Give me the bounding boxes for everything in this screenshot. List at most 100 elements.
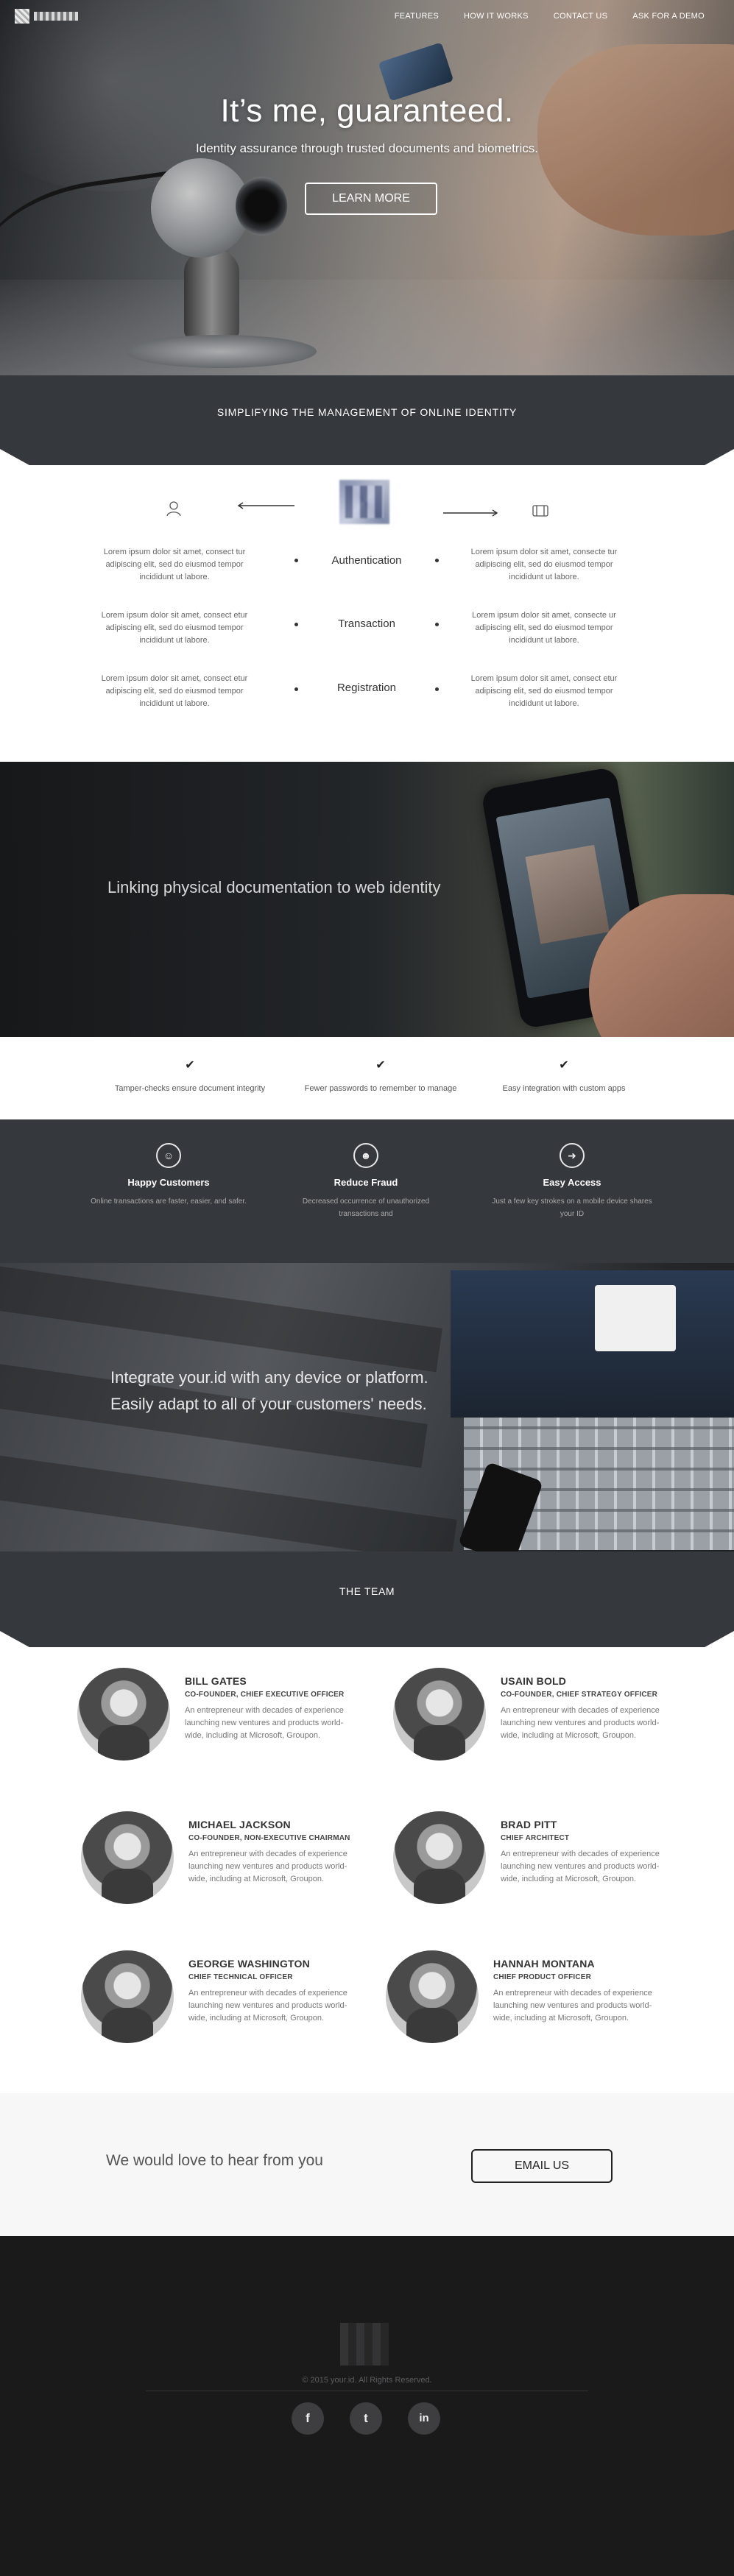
shadow-stripe (0, 1263, 442, 1373)
bullet-dot (435, 623, 439, 626)
team-member: MICHAEL JACKSON CO-FOUNDER, NON-EXECUTIV… (81, 1811, 390, 1911)
member-name: BRAD PITT (501, 1819, 557, 1830)
simplify-heading: SIMPLIFYING THE MANAGEMENT OF ONLINE IDE… (216, 406, 518, 418)
check-text: Fewer passwords to remember to manage (304, 1084, 457, 1093)
member-name: MICHAEL JACKSON (188, 1819, 291, 1830)
feature-label-transaction: Transaction (338, 618, 395, 630)
scanned-document-image (525, 844, 610, 944)
main-nav: FEATURES HOW IT WORKS CONTACT US ASK FOR… (395, 12, 705, 21)
team-heading: THE TEAM (339, 1585, 395, 1597)
pixelated-logo-icon (339, 480, 389, 524)
member-role: CHIEF TECHNICAL OFFICER (188, 1973, 293, 1981)
hero-subtitle: Identity assurance through trusted docum… (196, 141, 538, 155)
section-divider (0, 449, 734, 465)
linkedin-icon[interactable]: in (408, 2402, 440, 2435)
team-member: HANNAH MONTANA CHIEF PRODUCT OFFICER An … (386, 1950, 695, 2050)
arrow-left-icon (237, 502, 294, 509)
smiley-icon: ☺ (156, 1143, 181, 1168)
nav-how-it-works[interactable]: HOW IT WORKS (464, 12, 529, 21)
checkmark-icon: ✔ (559, 1059, 569, 1072)
member-role: CO-FOUNDER, NON-EXECUTIVE CHAIRMAN (188, 1834, 350, 1842)
checkmark-icon: ✔ (185, 1059, 195, 1072)
check-item: ✔ Tamper-checks ensure document integrit… (80, 1058, 300, 1094)
twitter-icon[interactable]: t (350, 2402, 382, 2435)
integrate-line-1: Integrate your.id with any device or pla… (110, 1368, 428, 1387)
section-divider (0, 1631, 734, 1647)
site-logo[interactable] (15, 9, 78, 24)
facebook-icon[interactable]: f (292, 2402, 324, 2435)
team-member: BRAD PITT CHIEF ARCHITECT An entrepreneu… (393, 1811, 702, 1911)
linking-heading: Linking physical documentation to web id… (107, 878, 441, 896)
member-role: CO-FOUNDER, CHIEF EXECUTIVE OFFICER (185, 1691, 345, 1699)
llama-avatar (386, 1950, 479, 2043)
benefit-title: Reduce Fraud (334, 1177, 398, 1188)
benefit-title: Happy Customers (127, 1177, 210, 1188)
team-section: BILL GATES CO-FOUNDER, CHIEF EXECUTIVE O… (0, 1631, 734, 2093)
member-name: BILL GATES (185, 1675, 247, 1687)
contact-text: We would love to hear from you (106, 2152, 323, 2169)
linking-section: Linking physical documentation to web id… (0, 762, 734, 1037)
nav-features[interactable]: FEATURES (395, 12, 439, 21)
check-text: Tamper-checks ensure document integrity (114, 1084, 266, 1093)
checks-section: ✔ Tamper-checks ensure document integrit… (0, 1037, 734, 1119)
tiger-avatar (81, 1811, 174, 1904)
benefit-title: Easy Access (543, 1177, 601, 1188)
benefit-text: Just a few key strokes on a mobile devic… (492, 1197, 652, 1218)
benefit-easy-access: ➜ Easy Access Just a few key strokes on … (491, 1143, 653, 1220)
benefit-text: Online transactions are faster, easier, … (91, 1197, 247, 1206)
integrate-section: Integrate your.id with any device or pla… (0, 1263, 734, 1551)
shadow-stripe (0, 1448, 457, 1551)
member-name: USAIN BOLD (501, 1675, 567, 1687)
feature-label-authentication: Authentication (331, 554, 402, 567)
check-text: Easy integration with custom apps (502, 1084, 626, 1093)
member-name: GEORGE WASHINGTON (188, 1958, 310, 1970)
user-icon (166, 501, 181, 517)
panda-avatar (393, 1811, 486, 1904)
member-bio: An entrepreneur with decades of experien… (501, 1706, 660, 1740)
learn-more-button[interactable]: LEARN MORE (305, 183, 437, 215)
member-role: CO-FOUNDER, CHIEF STRATEGY OFFICER (501, 1691, 658, 1699)
feature-left-text: Lorem ipsum dolor sit amet, consect etur… (101, 611, 248, 645)
nav-contact-us[interactable]: CONTACT US (554, 12, 608, 21)
member-name: HANNAH MONTANA (493, 1958, 595, 1970)
logo-mark-icon (15, 9, 29, 24)
hero-section: FEATURES HOW IT WORKS CONTACT US ASK FOR… (0, 0, 734, 375)
logo-wordmark (34, 12, 78, 21)
team-member: GEORGE WASHINGTON CHIEF TECHNICAL OFFICE… (81, 1950, 390, 2050)
feature-right-text: Lorem ipsum dolor sit amet, consecte ur … (472, 611, 616, 645)
email-us-button[interactable]: EMAIL US (471, 2149, 613, 2183)
member-role: CHIEF PRODUCT OFFICER (493, 1973, 592, 1981)
footer-logo-icon (340, 2323, 389, 2366)
elephant-avatar (393, 1668, 486, 1761)
team-member: BILL GATES CO-FOUNDER, CHIEF EXECUTIVE O… (77, 1668, 387, 1767)
contact-section: We would love to hear from you EMAIL US (0, 2093, 734, 2236)
member-bio: An entrepreneur with decades of experien… (185, 1706, 344, 1740)
benefit-happy-customers: ☺ Happy Customers Online transactions ar… (88, 1143, 250, 1208)
member-bio: An entrepreneur with decades of experien… (188, 1989, 347, 2023)
raccoon-avatar (81, 1950, 174, 2043)
document-icon (532, 505, 548, 517)
feature-right-text: Lorem ipsum dolor sit amet, consect etur… (470, 674, 618, 708)
copyright-text: © 2015 your.id. All Rights Reserved. (302, 2376, 432, 2385)
member-bio: An entrepreneur with decades of experien… (188, 1850, 347, 1883)
nav-ask-for-demo[interactable]: ASK FOR A DEMO (632, 12, 705, 21)
team-band: THE TEAM (0, 1551, 734, 1631)
features-section: Lorem ipsum dolor sit amet, consect tur … (0, 449, 734, 762)
hero-title: It’s me, guaranteed. (220, 93, 514, 129)
footer: © 2015 your.id. All Rights Reserved. f t… (0, 2236, 734, 2576)
login-icon: ➜ (560, 1143, 585, 1168)
check-item: ✔ Easy integration with custom apps (454, 1058, 674, 1094)
bear-avatar (77, 1668, 170, 1761)
member-bio: An entrepreneur with decades of experien… (493, 1989, 652, 2023)
bullet-dot (435, 559, 439, 562)
team-member: USAIN BOLD CO-FOUNDER, CHIEF STRATEGY OF… (393, 1668, 702, 1767)
benefits-section: ☺ Happy Customers Online transactions ar… (0, 1119, 734, 1263)
benefit-text: Decreased occurrence of unauthorized tra… (302, 1197, 430, 1218)
feature-left-text: Lorem ipsum dolor sit amet, consect etur… (101, 674, 248, 708)
icloud-window-image (595, 1285, 676, 1351)
feature-label-registration: Registration (336, 682, 397, 694)
member-role: CHIEF ARCHITECT (501, 1834, 570, 1842)
integrate-line-2: Easily adapt to all of your customers' n… (110, 1395, 427, 1413)
benefit-reduce-fraud: ☻ Reduce Fraud Decreased occurrence of u… (285, 1143, 447, 1220)
feature-left-text: Lorem ipsum dolor sit amet, consect tur … (103, 548, 246, 581)
